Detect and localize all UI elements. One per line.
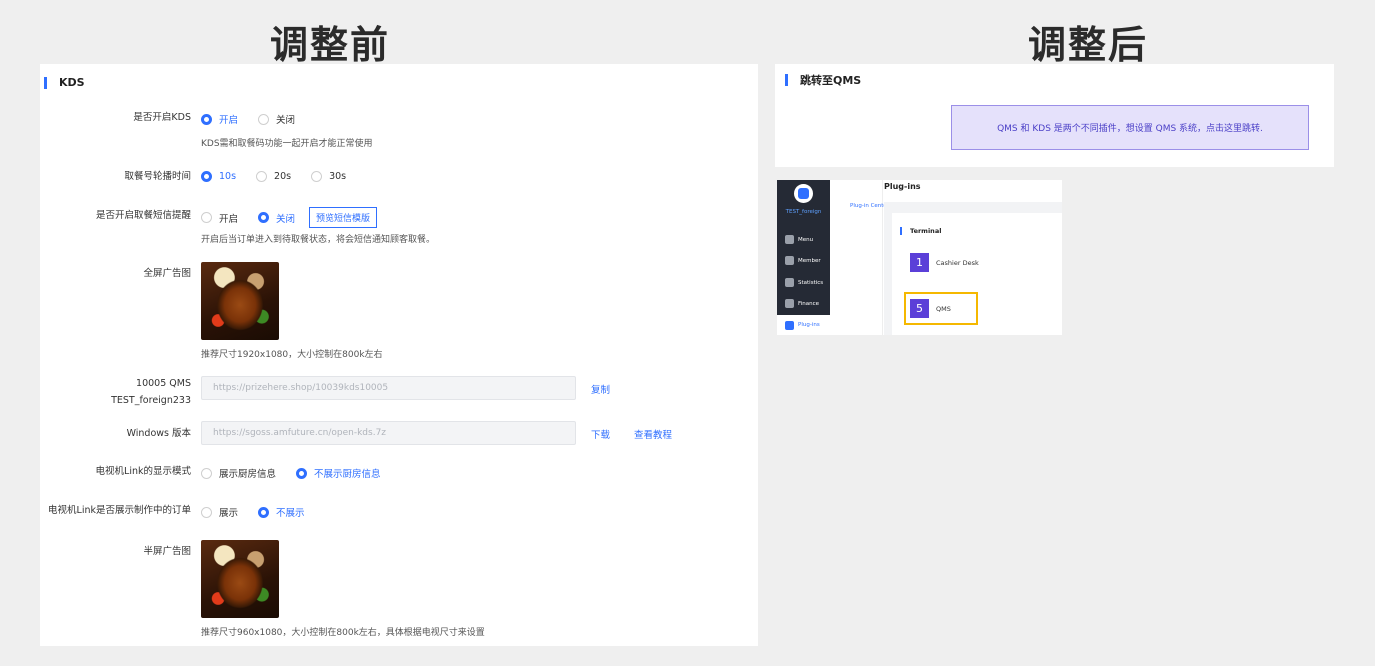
half-ad-label: 半屏广告图: [143, 546, 191, 557]
mini-page-title: Plug-ins: [884, 180, 1062, 202]
tv-mode-label: 电视机Link的显示模式: [95, 466, 191, 477]
member-icon: [785, 256, 794, 265]
section-marker: [44, 76, 47, 89]
fullscreen-ad-hint: 推荐尺寸1920x1080，大小控制在800k左右: [201, 350, 383, 360]
sms-off-radio[interactable]: 关闭: [258, 211, 295, 225]
tv-making-show-radio[interactable]: 展示: [201, 505, 238, 519]
enable-kds-off-radio[interactable]: 关闭: [258, 112, 295, 126]
tutorial-link[interactable]: 查看教程: [634, 427, 672, 441]
tv-making-radio-group: 展示 不展示: [201, 505, 325, 519]
half-ad-hint: 推荐尺寸960x1080，大小控制在800k左右，具体根据电视尺寸来设置: [201, 628, 485, 638]
sms-radio-group: 开启 关闭 预览短信模版: [201, 207, 378, 228]
rotation-20s-radio[interactable]: 20s: [256, 171, 291, 182]
plugins-screenshot: TEST_foreign Menu Member Statistics Fina…: [777, 180, 1062, 335]
qms-tile[interactable]: 5 QMS: [910, 299, 951, 318]
mini-nav-finance[interactable]: Finance: [785, 299, 819, 308]
qms-link-label-line1: 10005 QMS: [136, 378, 191, 389]
fullscreen-ad-label: 全屏广告图: [143, 268, 191, 279]
kds-settings-panel: KDS 是否开启KDS 开启 关闭 KDS需和取餐码功能一起开启才能正常使用 取…: [40, 64, 758, 646]
preview-sms-template-button[interactable]: 预览短信模版: [309, 207, 378, 228]
qms-jump-banner[interactable]: QMS 和 KDS 是两个不同插件，想设置 QMS 系统，点击这里跳转.: [951, 105, 1309, 150]
qms-section-title: 跳转至QMS: [800, 74, 862, 87]
enable-kds-on-radio[interactable]: 开启: [201, 112, 238, 126]
enable-kds-hint: KDS需和取餐码功能一起开启才能正常使用: [201, 139, 373, 149]
radio-dot-icon: [201, 113, 212, 125]
tile-label: Cashier Desk: [936, 258, 979, 267]
section-marker: [900, 227, 902, 235]
tile-number: 1: [910, 253, 929, 272]
before-title: 调整前: [270, 23, 391, 67]
section-marker: [785, 74, 788, 86]
rotation-label: 取餐号轮播时间: [124, 171, 191, 182]
mini-nav-menu[interactable]: Menu: [785, 235, 813, 244]
windows-link-field[interactable]: https://sgoss.amfuture.cn/open-kds.7z: [201, 421, 576, 445]
mini-nav-plugins[interactable]: Plug-ins: [777, 315, 830, 335]
tv-mode-show-radio[interactable]: 展示厨房信息: [201, 466, 276, 480]
tv-making-hide-radio[interactable]: 不展示: [258, 505, 305, 519]
mini-nav-member[interactable]: Member: [785, 256, 821, 265]
enable-kds-radio-group: 开启 关闭: [201, 112, 315, 126]
tile-label: QMS: [936, 304, 951, 313]
qms-jump-panel: 跳转至QMS QMS 和 KDS 是两个不同插件，想设置 QMS 系统，点击这里…: [775, 64, 1334, 167]
radio-dot-icon: [201, 467, 212, 479]
mini-terminal-card: Terminal 1 Cashier Desk 5 QMS: [892, 213, 1062, 335]
puzzle-icon: [785, 320, 794, 330]
sms-on-radio[interactable]: 开启: [201, 211, 238, 225]
terminal-heading: Terminal: [900, 227, 941, 235]
rotation-radio-group: 10s 20s 30s: [201, 171, 366, 182]
tile-number: 5: [910, 299, 929, 318]
radio-dot-icon: [201, 212, 212, 223]
copy-link[interactable]: 复制: [591, 382, 610, 396]
mini-nav-statistics[interactable]: Statistics: [785, 278, 823, 287]
sms-label: 是否开启取餐短信提醒: [95, 210, 191, 221]
radio-dot-icon: [201, 171, 212, 182]
rotation-30s-radio[interactable]: 30s: [311, 171, 346, 182]
radio-dot-icon: [258, 506, 270, 518]
half-ad-image[interactable]: [201, 540, 279, 618]
radio-dot-icon: [258, 113, 270, 125]
mini-main-area: Plug-ins Terminal 1 Cashier Desk 5 QMS: [884, 180, 1062, 335]
tv-making-label: 电视机Link是否展示制作中的订单: [48, 505, 191, 516]
radio-dot-icon: [296, 467, 308, 479]
radio-dot-icon: [258, 212, 270, 223]
after-title: 调整后: [1028, 23, 1149, 67]
enable-kds-label: 是否开启KDS: [133, 112, 191, 123]
tv-mode-hide-radio[interactable]: 不展示厨房信息: [296, 466, 381, 480]
mini-username: TEST_foreign: [785, 209, 822, 215]
rotation-10s-radio[interactable]: 10s: [201, 171, 236, 182]
qms-link-label-line2: TEST_foreign233: [111, 395, 191, 406]
mini-sidebar: TEST_foreign Menu Member Statistics Fina…: [777, 180, 830, 315]
radio-dot-icon: [311, 171, 323, 182]
radio-dot-icon: [201, 506, 212, 518]
store-avatar-icon: [794, 184, 813, 203]
cashier-desk-tile[interactable]: 1 Cashier Desk: [910, 253, 979, 272]
qms-link-field[interactable]: https://prizehere.shop/10039kds10005: [201, 376, 576, 400]
qms-section-header: 跳转至QMS: [785, 72, 861, 88]
section-title: KDS: [59, 76, 85, 89]
tv-mode-radio-group: 展示厨房信息 不展示厨房信息: [201, 466, 401, 480]
windows-label: Windows 版本: [126, 428, 191, 439]
radio-dot-icon: [256, 171, 268, 182]
menu-icon: [785, 235, 794, 244]
kds-section-header: KDS: [44, 76, 85, 89]
finance-icon: [785, 299, 794, 308]
comparison-root: 调整前 调整后 KDS 是否开启KDS 开启 关闭 KDS需和取餐码功能一起开启…: [0, 0, 1375, 666]
download-link[interactable]: 下载: [591, 427, 610, 441]
statistics-icon: [785, 278, 794, 287]
fullscreen-ad-image[interactable]: [201, 262, 279, 340]
sms-hint: 开启后当订单进入到待取餐状态，将会短信通知顾客取餐。: [201, 235, 436, 245]
mini-submenu: Plug-in Center: [830, 180, 889, 335]
